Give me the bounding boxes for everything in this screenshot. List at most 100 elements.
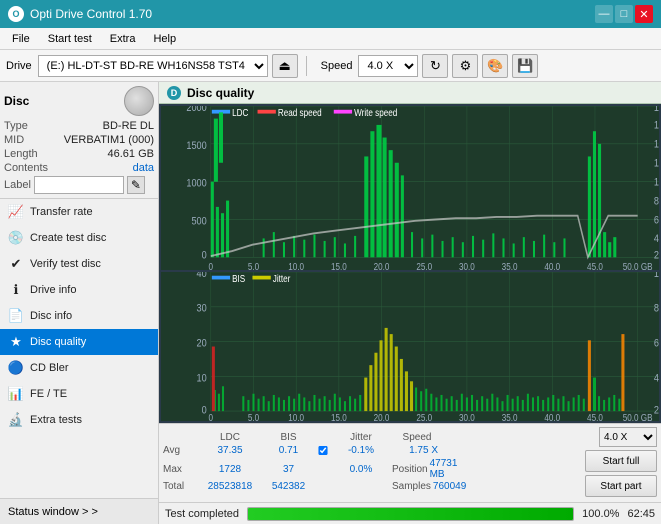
restore-button[interactable]: □ bbox=[615, 5, 633, 23]
svg-text:2000: 2000 bbox=[186, 106, 207, 114]
svg-text:30.0: 30.0 bbox=[459, 412, 475, 421]
fe-te-icon: 📊 bbox=[8, 386, 24, 402]
svg-text:6%: 6% bbox=[654, 338, 659, 350]
svg-text:14X: 14X bbox=[654, 139, 659, 151]
sidebar: Disc Type BD-RE DL MID VERBATIM1 (000) L… bbox=[0, 82, 159, 524]
verify-test-disc-icon: ✔ bbox=[8, 256, 24, 272]
svg-text:40.0: 40.0 bbox=[544, 261, 560, 270]
svg-text:2X: 2X bbox=[654, 250, 659, 262]
theme-button[interactable]: 🎨 bbox=[482, 54, 508, 78]
svg-text:10.0: 10.0 bbox=[288, 261, 304, 270]
svg-text:50.0 GB: 50.0 GB bbox=[623, 261, 653, 270]
disc-info-icon: 📄 bbox=[8, 308, 24, 324]
sidebar-item-transfer-rate[interactable]: 📈 Transfer rate bbox=[0, 199, 158, 225]
minimize-button[interactable]: — bbox=[595, 5, 613, 23]
disc-quality-label: Disc quality bbox=[30, 336, 86, 348]
bis-header: BIS bbox=[261, 432, 316, 443]
create-test-disc-label: Create test disc bbox=[30, 232, 106, 244]
progress-percent: 100.0% bbox=[582, 508, 619, 520]
sidebar-item-fe-te[interactable]: 📊 FE / TE bbox=[0, 381, 158, 407]
disc-info-label: Disc info bbox=[30, 310, 72, 322]
start-part-button[interactable]: Start part bbox=[585, 475, 657, 497]
menu-start-test[interactable]: Start test bbox=[40, 31, 100, 47]
svg-text:45.0: 45.0 bbox=[587, 261, 603, 270]
svg-text:Read speed: Read speed bbox=[278, 107, 322, 118]
sidebar-item-disc-info[interactable]: 📄 Disc info bbox=[0, 303, 158, 329]
label-input[interactable] bbox=[34, 176, 124, 194]
svg-text:0: 0 bbox=[202, 405, 207, 417]
speed-select[interactable]: 4.0 X bbox=[358, 55, 418, 77]
cd-bler-icon: 🔵 bbox=[8, 360, 24, 376]
menu-file[interactable]: File bbox=[4, 31, 38, 47]
svg-text:25.0: 25.0 bbox=[416, 412, 432, 421]
label-label: Label bbox=[4, 179, 31, 191]
svg-text:35.0: 35.0 bbox=[502, 412, 518, 421]
sidebar-item-verify-test-disc[interactable]: ✔ Verify test disc bbox=[0, 251, 158, 277]
sidebar-item-extra-tests[interactable]: 🔬 Extra tests bbox=[0, 407, 158, 433]
svg-text:500: 500 bbox=[191, 216, 206, 228]
total-label: Total bbox=[163, 481, 199, 492]
svg-text:LDC: LDC bbox=[232, 107, 249, 118]
svg-text:6X: 6X bbox=[654, 214, 659, 226]
menu-help[interactable]: Help bbox=[145, 31, 184, 47]
svg-text:12X: 12X bbox=[654, 158, 659, 170]
svg-text:15.0: 15.0 bbox=[331, 412, 347, 421]
panel-header: D Disc quality bbox=[159, 82, 661, 104]
samples-value: 760049 bbox=[433, 481, 466, 492]
speed-select-stats[interactable]: 4.0 X bbox=[599, 427, 657, 447]
label-edit-button[interactable]: ✎ bbox=[127, 176, 145, 194]
sidebar-item-cd-bler[interactable]: 🔵 CD Bler bbox=[0, 355, 158, 381]
svg-text:25.0: 25.0 bbox=[416, 261, 432, 270]
status-window-label: Status window > > bbox=[8, 506, 98, 518]
menu-bar: File Start test Extra Help bbox=[0, 28, 661, 50]
close-button[interactable]: ✕ bbox=[635, 5, 653, 23]
charts-area: 2000 1500 1000 500 0 18X 16X 14X 12X 10X… bbox=[159, 104, 661, 423]
status-window[interactable]: Status window > > bbox=[0, 498, 158, 524]
eject-button[interactable]: ⏏ bbox=[272, 54, 298, 78]
disc-quality-icon: ★ bbox=[8, 334, 24, 350]
svg-text:1500: 1500 bbox=[186, 140, 207, 152]
svg-text:16X: 16X bbox=[654, 120, 659, 132]
avg-label: Avg bbox=[163, 445, 199, 456]
stats-footer: LDC BIS Jitter Speed Avg 37.35 0.71 -0.1… bbox=[159, 423, 661, 502]
start-full-button[interactable]: Start full bbox=[585, 450, 657, 472]
sidebar-item-drive-info[interactable]: ℹ Drive info bbox=[0, 277, 158, 303]
total-bis: 542382 bbox=[261, 481, 316, 492]
max-bis: 37 bbox=[261, 464, 316, 475]
svg-text:5.0: 5.0 bbox=[248, 261, 259, 270]
length-value: 46.61 GB bbox=[108, 148, 154, 160]
settings-button[interactable]: ⚙ bbox=[452, 54, 478, 78]
jitter-checkbox[interactable] bbox=[318, 446, 328, 455]
sidebar-item-create-test-disc[interactable]: 💿 Create test disc bbox=[0, 225, 158, 251]
disc-graphic bbox=[124, 86, 154, 116]
nav-items: 📈 Transfer rate 💿 Create test disc ✔ Ver… bbox=[0, 199, 158, 498]
drive-select[interactable]: (E:) HL-DT-ST BD-RE WH16NS58 TST4 bbox=[38, 55, 268, 77]
mid-value: VERBATIM1 (000) bbox=[64, 134, 154, 146]
refresh-button[interactable]: ↻ bbox=[422, 54, 448, 78]
svg-text:10: 10 bbox=[197, 372, 207, 384]
menu-extra[interactable]: Extra bbox=[102, 31, 144, 47]
title-bar: O Opti Drive Control 1.70 — □ ✕ bbox=[0, 0, 661, 28]
position-label: Position bbox=[392, 464, 428, 475]
max-jitter: 0.0% bbox=[330, 464, 392, 475]
app-icon: O bbox=[8, 6, 24, 22]
svg-text:50.0 GB: 50.0 GB bbox=[623, 412, 653, 421]
mid-label: MID bbox=[4, 134, 24, 146]
svg-text:Jitter: Jitter bbox=[273, 273, 291, 284]
progress-fill bbox=[248, 508, 573, 520]
drive-info-icon: ℹ bbox=[8, 282, 24, 298]
svg-text:30: 30 bbox=[197, 303, 207, 315]
panel-title: Disc quality bbox=[187, 86, 254, 100]
samples-label: Samples bbox=[392, 481, 431, 492]
bottom-chart: 40 30 20 10 0 10% 8% 6% 4% 2% 0 5.0 10.0… bbox=[161, 272, 659, 421]
svg-text:0: 0 bbox=[202, 250, 207, 262]
svg-text:40: 40 bbox=[197, 272, 207, 280]
length-label: Length bbox=[4, 148, 38, 160]
svg-text:10.0: 10.0 bbox=[288, 412, 304, 421]
sidebar-item-disc-quality[interactable]: ★ Disc quality bbox=[0, 329, 158, 355]
speed-label: Speed bbox=[321, 60, 353, 72]
svg-text:2%: 2% bbox=[654, 405, 659, 417]
save-button[interactable]: 💾 bbox=[512, 54, 538, 78]
svg-text:10%: 10% bbox=[654, 272, 659, 280]
verify-test-disc-label: Verify test disc bbox=[30, 258, 101, 270]
